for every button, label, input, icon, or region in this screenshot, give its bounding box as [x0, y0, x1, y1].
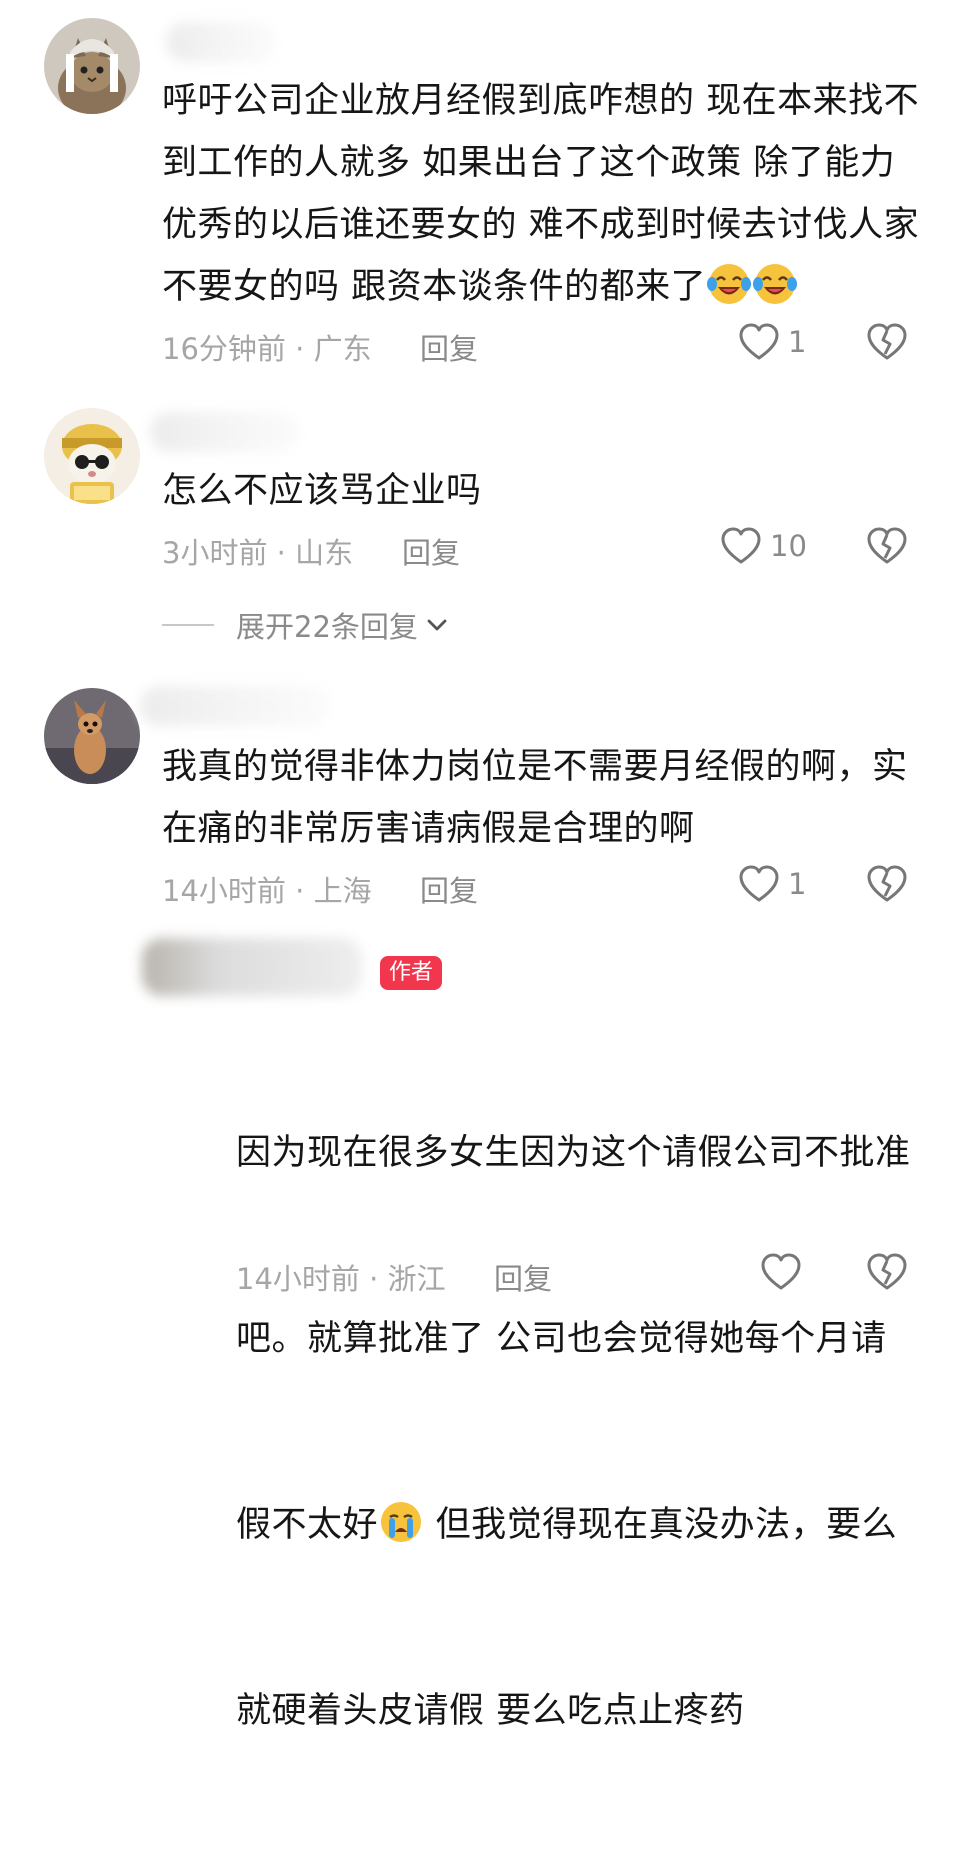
reply-button[interactable]: 回复	[420, 326, 478, 368]
avatar[interactable]	[44, 688, 140, 784]
reply-button[interactable]: 回复	[402, 530, 460, 572]
comment-text: 呼吁公司企业放月经假到底咋想的 现在本来找不到工作的人就多 如果出台了这个政策 …	[162, 81, 920, 307]
comment-meta: 3小时前 · 山东	[162, 530, 353, 572]
location: 浙江	[387, 1262, 446, 1296]
like-button[interactable]: 1	[738, 322, 806, 362]
crying-emoji-icon	[379, 1500, 423, 1544]
timestamp: 14小时前	[162, 874, 286, 908]
like-button[interactable]	[760, 1252, 810, 1292]
dog-avatar-icon	[44, 688, 140, 784]
timestamp: 14小时前	[236, 1262, 360, 1296]
username-blurred[interactable]	[150, 412, 300, 452]
like-count: 10	[770, 529, 807, 563]
broken-heart-icon	[867, 527, 907, 564]
broken-heart-icon	[867, 1253, 907, 1290]
laugh-cry-emoji-icon	[707, 262, 752, 306]
heart-icon	[721, 527, 761, 564]
comment-meta: 16分钟前 · 广东	[162, 326, 372, 368]
dislike-button[interactable]	[866, 864, 908, 908]
username-blurred[interactable]	[166, 22, 276, 62]
dislike-button[interactable]	[866, 526, 908, 570]
reply-text: 因为现在很多女生因为这个请假公司不批准 吧。就算批准了 公司也会觉得她每个月请 …	[236, 998, 936, 1866]
avatar[interactable]	[44, 18, 140, 114]
dislike-button[interactable]	[866, 322, 908, 366]
reply-line-4: 就硬着头皮请假 要么吃点止疼药	[236, 1691, 745, 1731]
reply-meta: 14小时前 · 浙江	[236, 1256, 446, 1298]
heart-icon	[761, 1253, 801, 1290]
author-badge: 作者	[380, 956, 443, 990]
tiger-cub-avatar-icon	[44, 408, 140, 504]
meta-separator: ·	[285, 332, 314, 366]
comment-1: 呼吁公司企业放月经假到底咋想的 现在本来找不到工作的人就多 如果出台了这个政策 …	[0, 0, 960, 380]
location: 山东	[295, 536, 354, 570]
reply-button[interactable]: 回复	[420, 868, 478, 910]
divider-line	[162, 624, 214, 626]
heart-icon	[739, 323, 779, 360]
reply-line-2: 吧。就算批准了 公司也会觉得她每个月请	[236, 1319, 887, 1359]
like-button[interactable]: 10	[720, 526, 807, 566]
meta-separator: ·	[285, 874, 314, 908]
location: 广东	[313, 332, 372, 366]
timestamp: 16分钟前	[162, 332, 286, 366]
avatar[interactable]	[44, 408, 140, 504]
like-count: 1	[788, 325, 807, 359]
cat-avatar-icon	[44, 18, 140, 114]
timestamp: 3小时前	[162, 536, 268, 570]
reply-line-1: 因为现在很多女生因为这个请假公司不批准	[236, 1133, 911, 1173]
location: 上海	[313, 874, 372, 908]
username-blurred[interactable]	[142, 938, 362, 996]
username-blurred[interactable]	[140, 686, 330, 726]
dislike-button[interactable]	[866, 1252, 908, 1296]
like-count: 1	[788, 867, 807, 901]
expand-replies-button[interactable]: 展开22条回复	[162, 604, 450, 646]
author-reply: 作者 因为现在很多女生因为这个请假公司不批准 吧。就算批准了 公司也会觉得她每个…	[0, 930, 960, 1731]
meta-separator: ·	[359, 1262, 388, 1296]
comment-text: 我真的觉得非体力岗位是不需要月经假的啊，实在痛的非常厉害请病假是合理的啊	[162, 747, 908, 849]
meta-separator: ·	[267, 536, 296, 570]
expand-replies-label: 展开22条回复	[236, 610, 418, 644]
comment-meta: 14小时前 · 上海	[162, 868, 372, 910]
like-button[interactable]: 1	[738, 864, 806, 904]
comment-2: 怎么不应该骂企业吗 3小时前 · 山东 回复 10 展开22条回复	[0, 390, 960, 650]
comment-text: 怎么不应该骂企业吗	[162, 471, 482, 511]
comment-3: 我真的觉得非体力岗位是不需要月经假的啊，实在痛的非常厉害请病假是合理的啊 14小…	[0, 670, 960, 920]
laugh-cry-emoji-icon	[753, 262, 798, 306]
broken-heart-icon	[867, 865, 907, 902]
reply-button[interactable]: 回复	[494, 1256, 552, 1298]
broken-heart-icon	[867, 323, 907, 360]
chevron-down-icon	[427, 619, 447, 631]
reply-line-3: 假不太好 但我觉得现在真没办法，要么	[236, 1494, 936, 1556]
heart-icon	[739, 865, 779, 902]
